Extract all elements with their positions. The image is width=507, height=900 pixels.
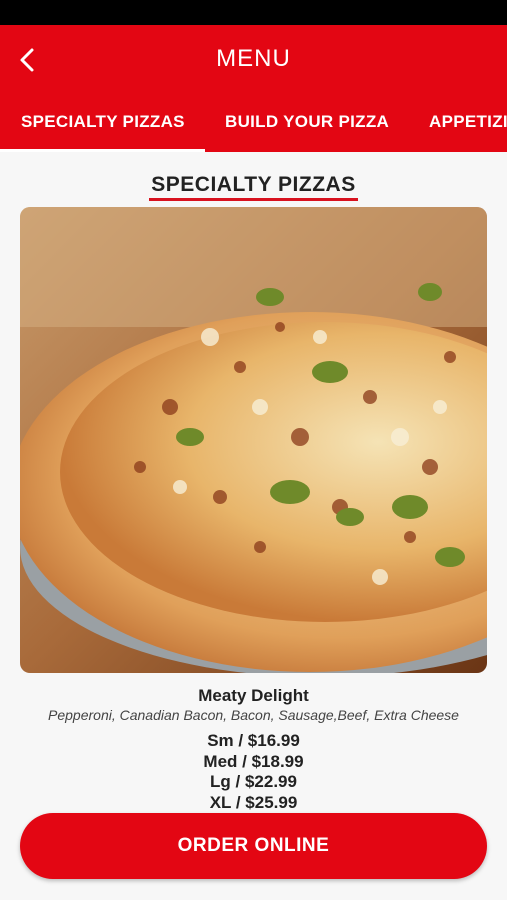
- tab-specialty-pizzas[interactable]: SPECIALTY PIZZAS: [21, 112, 185, 132]
- category-tabs: SPECIALTY PIZZAS BUILD YOUR PIZZA APPETI…: [0, 95, 507, 152]
- item-description: Pepperoni, Canadian Bacon, Bacon, Sausag…: [48, 707, 459, 723]
- price-medium: Med / $18.99: [203, 751, 304, 771]
- item-name: Meaty Delight: [198, 686, 309, 705]
- active-tab-indicator: [0, 149, 205, 152]
- tab-appetizers[interactable]: APPETIZI: [429, 112, 507, 132]
- order-online-button[interactable]: ORDER ONLINE: [20, 813, 487, 879]
- section-title: SPECIALTY PIZZAS: [0, 173, 507, 201]
- price-small: Sm / $16.99: [207, 731, 300, 750]
- price-large: Lg / $22.99: [210, 772, 297, 791]
- app-header: MENU: [0, 25, 507, 95]
- section-title-text: SPECIALTY PIZZAS: [149, 173, 358, 201]
- status-bar: [0, 0, 507, 25]
- price-xl: XL / $25.99: [209, 792, 298, 812]
- price-list: Sm / $16.99 Med / $18.99 Lg / $22.99 XL …: [0, 731, 507, 813]
- pizza-photo: [20, 207, 487, 673]
- pizza-image: [20, 207, 487, 673]
- page-title: MENU: [216, 45, 291, 72]
- tab-build-your-pizza[interactable]: BUILD YOUR PIZZA: [225, 112, 389, 132]
